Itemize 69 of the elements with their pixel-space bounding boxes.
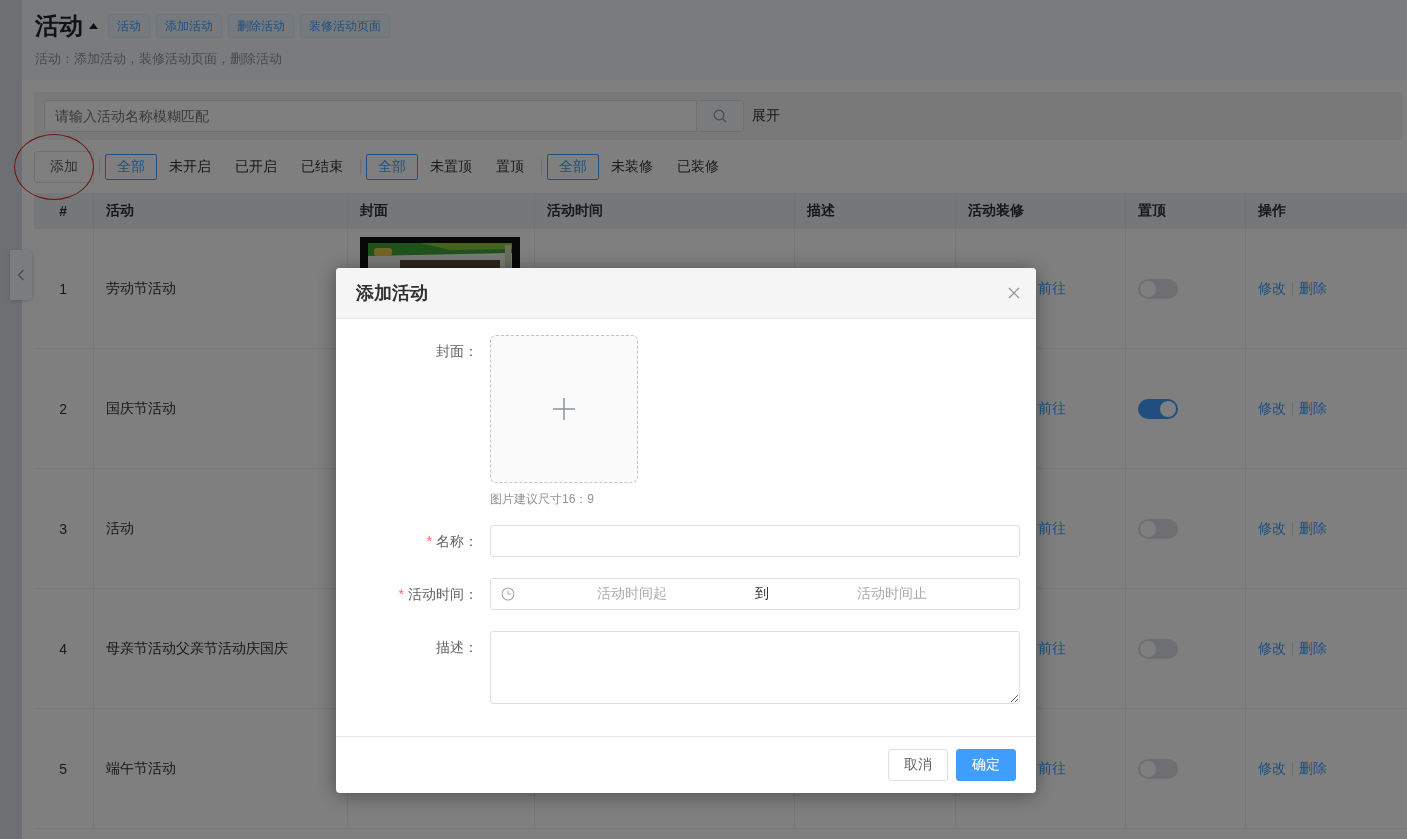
field-label: * 名称：	[426, 533, 478, 549]
header-tag[interactable]: 删除活动	[228, 14, 294, 38]
page-title: 活动	[35, 11, 83, 41]
column-header: 活动	[93, 193, 347, 229]
go-link[interactable]: 前往	[1037, 279, 1066, 296]
edit-link[interactable]: 修改	[1257, 519, 1286, 536]
expand-link[interactable]: 展开	[752, 107, 780, 125]
table-cell: 2	[34, 348, 93, 469]
delete-link[interactable]: 删除	[1298, 759, 1327, 776]
upload-hint: 图片建议尺寸16：9	[490, 491, 596, 508]
column-header: 置顶	[1125, 193, 1245, 229]
confirm-button[interactable]: 确定	[956, 749, 1016, 781]
filter-button[interactable]: 全部	[547, 154, 599, 180]
edit-link[interactable]: 修改	[1257, 759, 1286, 776]
search-button[interactable]	[696, 101, 743, 131]
filter-button[interactable]: 置顶	[484, 154, 536, 180]
table-cell: 3	[34, 468, 93, 589]
plus-icon	[552, 397, 576, 421]
field-label: * 活动时间：	[398, 586, 478, 602]
column-header: #	[34, 193, 93, 229]
cancel-button[interactable]: 取消	[888, 749, 948, 781]
name-input[interactable]	[490, 525, 1020, 557]
caret-icon[interactable]	[89, 23, 98, 29]
column-header: 描述	[794, 193, 955, 229]
dialog-title: 添加活动	[356, 282, 428, 305]
go-link[interactable]: 前往	[1037, 639, 1066, 656]
collapse-tab[interactable]	[10, 250, 32, 300]
go-link[interactable]: 前往	[1037, 759, 1066, 776]
end-placeholder: 活动时间止	[856, 585, 928, 603]
column-header: 操作	[1245, 193, 1407, 229]
description-input[interactable]	[490, 631, 1020, 704]
filter-button[interactable]: 全部	[105, 154, 157, 180]
header-tag[interactable]: 装修活动页面	[300, 14, 390, 38]
close-icon[interactable]	[1008, 287, 1020, 299]
range-separator: 到	[754, 585, 770, 603]
start-placeholder: 活动时间起	[596, 585, 668, 603]
edit-link[interactable]: 修改	[1257, 639, 1286, 656]
delete-link[interactable]: 删除	[1298, 399, 1327, 416]
filter-button[interactable]: 已装修	[665, 154, 731, 180]
table-cell: 1	[34, 229, 93, 349]
header-tag[interactable]: 添加活动	[156, 14, 222, 38]
date-range-field[interactable]: 活动时间起 到 活动时间止	[490, 578, 1020, 610]
clock-icon	[501, 587, 515, 601]
upload-area[interactable]	[490, 335, 638, 483]
go-link[interactable]: 前往	[1037, 399, 1066, 416]
edit-link[interactable]: 修改	[1257, 399, 1286, 416]
column-header: 活动时间	[534, 193, 794, 229]
filter-button[interactable]: 未开启	[157, 154, 223, 180]
pin-toggle[interactable]	[1137, 398, 1178, 419]
table-cell: 5	[34, 708, 93, 829]
add-button[interactable]: 添加	[34, 151, 94, 183]
column-header: 封面	[347, 193, 534, 229]
header-tag[interactable]: 活动	[108, 14, 150, 38]
search-icon	[713, 109, 727, 123]
field-label: 描述：	[436, 639, 478, 655]
go-link[interactable]: 前往	[1037, 519, 1066, 536]
filter-button[interactable]: 已开启	[223, 154, 289, 180]
filter-button[interactable]: 已结束	[289, 154, 355, 180]
column-header: 活动装修	[955, 193, 1125, 229]
filter-button[interactable]: 未装修	[599, 154, 665, 180]
filter-button[interactable]: 全部	[366, 154, 418, 180]
field-label: 封面：	[436, 343, 478, 359]
filter-button[interactable]: 未置顶	[418, 154, 484, 180]
delete-link[interactable]: 删除	[1298, 279, 1327, 296]
delete-link[interactable]: 删除	[1298, 519, 1327, 536]
delete-link[interactable]: 删除	[1298, 639, 1327, 656]
edit-link[interactable]: 修改	[1257, 279, 1286, 296]
chevron-left-icon	[17, 269, 25, 281]
table-cell: 4	[34, 588, 93, 709]
